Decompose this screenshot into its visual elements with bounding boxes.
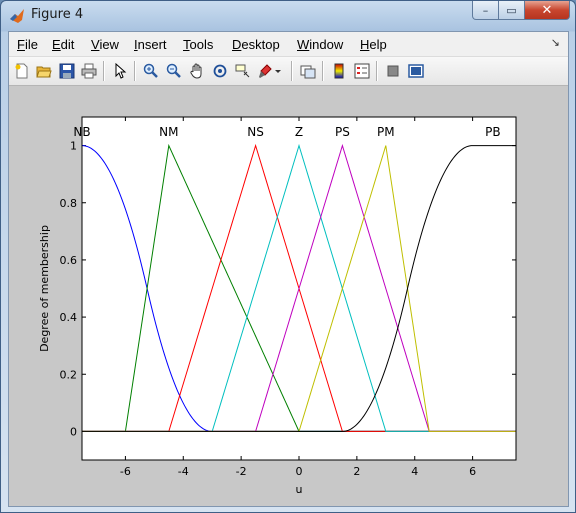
figure-window: Figure 4 – ▭ ✕ File Edit View Insert Too… xyxy=(0,0,576,513)
membership-function-chart: -6 -4 -2 0 2 4 600.20.40.60.81NB NM NS Z PS PM PBuDe… xyxy=(38,116,517,496)
x-tick-label: -4 xyxy=(178,465,189,478)
x-tick-label: -2 xyxy=(236,465,247,478)
x-tick-label: 4 xyxy=(411,465,418,478)
y-axis-label: Degree of membership xyxy=(38,225,51,352)
y-tick-label: 0.6 xyxy=(60,254,78,267)
series-label-z: Z xyxy=(295,125,303,139)
x-tick-label: 2 xyxy=(353,465,360,478)
y-tick-label: 0.8 xyxy=(60,197,78,210)
y-tick-label: 0 xyxy=(70,425,77,438)
series-label-ns: NS xyxy=(247,125,264,139)
y-tick-label: 1 xyxy=(70,140,77,153)
series-label-ps: PS xyxy=(335,125,350,139)
series-label-pb: PB xyxy=(485,125,500,139)
x-tick-label: 6 xyxy=(469,465,476,478)
x-axis-label: u xyxy=(296,483,303,496)
series-label-pm: PM xyxy=(377,125,395,139)
x-tick-label: 0 xyxy=(296,465,303,478)
x-tick-label: -6 xyxy=(120,465,131,478)
series-label-nm: NM xyxy=(159,125,178,139)
y-tick-label: 0.2 xyxy=(60,368,78,381)
y-tick-label: 0.4 xyxy=(60,311,78,324)
